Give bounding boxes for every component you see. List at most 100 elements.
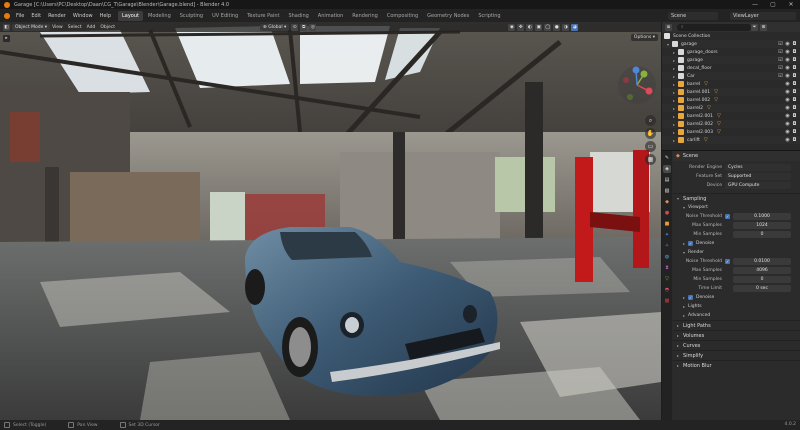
- eye-icon[interactable]: ◉: [784, 105, 791, 111]
- sampling-panel-header[interactable]: ▾ Sampling: [673, 193, 800, 203]
- outliner-row[interactable]: ▾ garage ☑ ◉ ◘: [662, 40, 800, 48]
- tab-compositing[interactable]: Compositing: [383, 11, 422, 21]
- outliner-row[interactable]: ▸ barrel ▽ ◉ ◘: [662, 80, 800, 88]
- camera-icon[interactable]: ◘: [791, 41, 798, 47]
- menu-edit[interactable]: Edit: [31, 13, 41, 19]
- transform-orientation-dropdown[interactable]: ⊕ Global ▾: [260, 23, 290, 31]
- viewport-subpanel-header[interactable]: ▾ Viewport: [673, 203, 800, 212]
- tab-scripting[interactable]: Scripting: [474, 11, 504, 21]
- filter-icon[interactable]: ⏷: [751, 23, 758, 31]
- camera-icon[interactable]: ◘: [791, 65, 798, 71]
- eye-icon[interactable]: ◉: [784, 65, 791, 71]
- eye-icon[interactable]: ◉: [784, 81, 791, 87]
- checkbox-icon[interactable]: ☑: [777, 73, 784, 79]
- close-button[interactable]: ✕: [782, 0, 800, 9]
- camera-icon[interactable]: ◘: [791, 105, 798, 111]
- tab-shading[interactable]: Shading: [284, 11, 312, 21]
- camera-icon[interactable]: ◘: [791, 121, 798, 127]
- render-denoise-subpanel[interactable]: ▸ ✓ Denoise: [673, 293, 800, 302]
- render-engine-dropdown[interactable]: Cycles: [725, 164, 791, 171]
- viewport-menu-add[interactable]: Add: [87, 25, 96, 30]
- tab-layout[interactable]: Layout: [118, 10, 143, 21]
- outliner-row[interactable]: ▸ carlift ▽ ◉ ◘: [662, 136, 800, 144]
- eye-icon[interactable]: ◉: [784, 57, 791, 63]
- output-tab-icon[interactable]: ▤: [663, 176, 671, 184]
- data-tab-icon[interactable]: ▽: [663, 275, 671, 283]
- eye-icon[interactable]: ◉: [784, 121, 791, 127]
- outliner-row[interactable]: ▸ barrel2.001 ▽ ◉ ◘: [662, 112, 800, 120]
- render-tab-icon[interactable]: ◈: [663, 165, 671, 173]
- outliner-editor-icon[interactable]: ≣: [665, 23, 672, 31]
- editor-type-icon[interactable]: ◧: [3, 23, 10, 31]
- checkbox-icon[interactable]: ☑: [777, 65, 784, 71]
- render-subpanel-header[interactable]: ▾ Render: [673, 248, 800, 257]
- modifier-tab-icon[interactable]: ✦: [663, 231, 671, 239]
- tab-rendering[interactable]: Rendering: [348, 11, 382, 21]
- eye-icon[interactable]: ◉: [784, 129, 791, 135]
- camera-icon[interactable]: ◘: [791, 137, 798, 143]
- camera-icon[interactable]: ◘: [791, 49, 798, 55]
- light-paths-panel[interactable]: ▸ Light Paths: [673, 320, 800, 330]
- gizmo-toggle-icon[interactable]: ✥: [517, 23, 525, 31]
- visibility-icon[interactable]: ◉: [508, 23, 516, 31]
- pivot-icon[interactable]: ⊙: [291, 23, 299, 31]
- outliner-search-input[interactable]: ⌕: [677, 23, 751, 31]
- new-collection-icon[interactable]: ⊞: [760, 23, 767, 31]
- view-layer-selector[interactable]: ViewLayer: [730, 11, 796, 20]
- viewport-denoise-subpanel[interactable]: ▸ ✓ Denoise: [673, 239, 800, 248]
- checkbox-icon[interactable]: ☑: [777, 49, 784, 55]
- render-noise-field[interactable]: 0.0100: [733, 258, 791, 265]
- viewport-min-field[interactable]: 0: [733, 231, 791, 238]
- device-dropdown[interactable]: GPU Compute: [725, 182, 791, 189]
- viewport-noise-checkbox[interactable]: ✓: [725, 214, 730, 219]
- shading-rendered-icon[interactable]: ◕: [571, 23, 579, 31]
- material-tab-icon[interactable]: ◓: [663, 286, 671, 294]
- object-mode-dropdown[interactable]: Object Mode ▾: [12, 23, 51, 31]
- minimize-button[interactable]: —: [746, 0, 764, 9]
- outliner-row[interactable]: ▸ garage_doors ☑ ◉ ◘: [662, 48, 800, 56]
- menu-file[interactable]: File: [16, 13, 24, 19]
- time-limit-field[interactable]: 0 sec: [733, 285, 791, 292]
- eye-icon[interactable]: ◉: [784, 113, 791, 119]
- texture-tab-icon[interactable]: ▩: [663, 297, 671, 305]
- tab-texture-paint[interactable]: Texture Paint: [243, 11, 283, 21]
- outliner-row[interactable]: ▸ barrel.002 ▽ ◉ ◘: [662, 96, 800, 104]
- tab-animation[interactable]: Animation: [314, 11, 348, 21]
- outliner-row[interactable]: Scene Collection: [662, 32, 800, 40]
- camera-icon[interactable]: ◘: [791, 81, 798, 87]
- snap-icon[interactable]: ⧉: [300, 23, 308, 31]
- shading-material-icon[interactable]: ◑: [562, 23, 570, 31]
- camera-icon[interactable]: ◘: [791, 57, 798, 63]
- tab-uv-editing[interactable]: UV Editing: [208, 11, 242, 21]
- menu-render[interactable]: Render: [48, 13, 66, 19]
- outliner-row[interactable]: ▸ barrel2.002 ▽ ◉ ◘: [662, 120, 800, 128]
- render-min-field[interactable]: 0: [733, 276, 791, 283]
- volumes-panel[interactable]: ▸ Volumes: [673, 330, 800, 340]
- particles-tab-icon[interactable]: ✧: [663, 242, 671, 250]
- outliner-row[interactable]: ▸ barrel2.003 ▽ ◉ ◘: [662, 128, 800, 136]
- blender-menu-icon[interactable]: [4, 12, 10, 19]
- render-max-field[interactable]: 4096: [733, 267, 791, 274]
- eye-icon[interactable]: ◉: [784, 73, 791, 79]
- viewport-noise-field[interactable]: 0.1000: [733, 213, 791, 220]
- tab-geometry-nodes[interactable]: Geometry Nodes: [423, 11, 473, 21]
- zoom-icon[interactable]: ⌕: [645, 115, 656, 126]
- maximize-button[interactable]: ▢: [764, 0, 782, 9]
- viewport-menu-select[interactable]: Select: [68, 25, 82, 30]
- viewport-max-field[interactable]: 1024: [733, 222, 791, 229]
- scene-tab-icon[interactable]: ◆: [663, 198, 671, 206]
- viewport-menu-view[interactable]: View: [52, 25, 63, 30]
- view-layer-tab-icon[interactable]: ▧: [663, 187, 671, 195]
- motion-blur-panel[interactable]: ▸ Motion Blur: [673, 360, 800, 370]
- ortho-grid-icon[interactable]: ▦: [645, 154, 656, 165]
- eye-icon[interactable]: ◉: [784, 89, 791, 95]
- options-dropdown[interactable]: Options ▾: [630, 34, 658, 41]
- camera-icon[interactable]: ◘: [791, 97, 798, 103]
- eye-icon[interactable]: ◉: [784, 49, 791, 55]
- overlay-icon[interactable]: ◐: [526, 23, 534, 31]
- lights-subpanel[interactable]: ▸ Lights: [673, 302, 800, 311]
- 3d-viewport[interactable]: ◧ Object Mode ▾ View Select Add Object ⊕…: [0, 22, 661, 420]
- eye-icon[interactable]: ◉: [784, 97, 791, 103]
- camera-icon[interactable]: ◘: [791, 89, 798, 95]
- constraints-tab-icon[interactable]: ⧗: [663, 264, 671, 272]
